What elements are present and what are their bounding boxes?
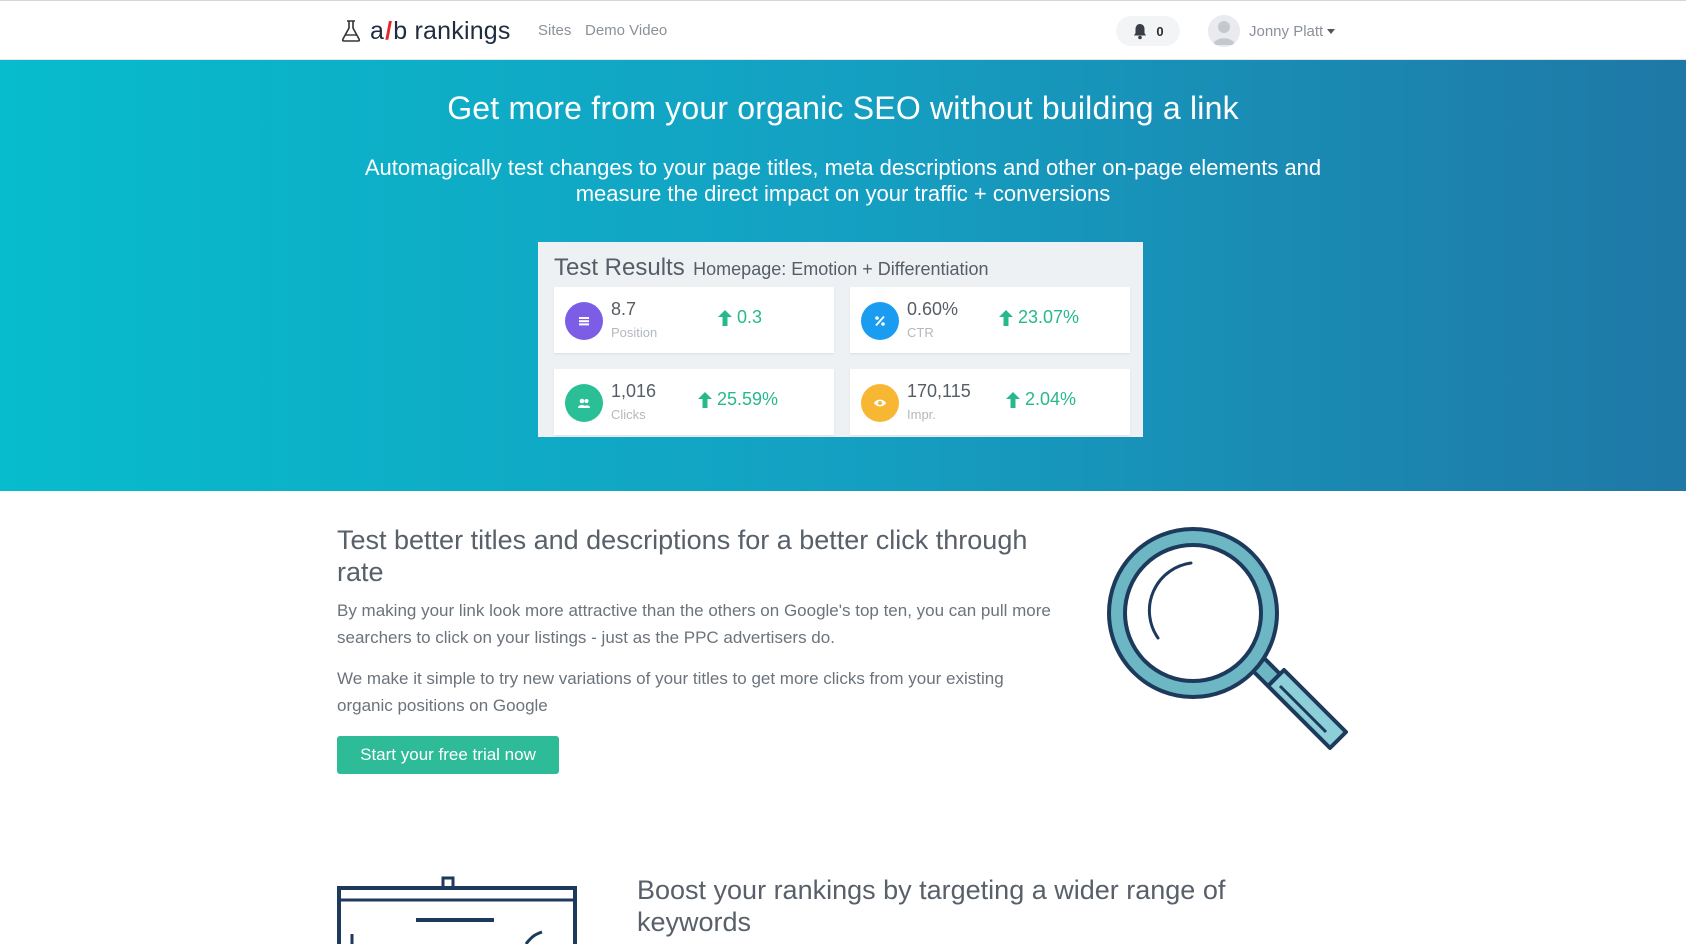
- section-ctr-title: Test better titles and descriptions for …: [337, 525, 1028, 587]
- metric-value: 0.60%: [907, 299, 959, 319]
- notifications-button[interactable]: 0: [1116, 16, 1180, 46]
- brand-suffix: b rankings: [393, 16, 511, 45]
- metric-delta: 23.07%: [998, 307, 1079, 328]
- brand-name: a/b rankings: [370, 17, 511, 46]
- metric-delta: 0.3: [717, 307, 762, 328]
- start-free-trial-button[interactable]: Start your free trial now: [337, 736, 559, 774]
- top-navbar: a/b rankings Sites Demo Video 0 Jonny Pl…: [0, 0, 1686, 60]
- metric-value: 170,115: [907, 381, 971, 401]
- arrow-up-icon: [698, 391, 712, 408]
- chevron-down-icon: [1327, 28, 1336, 34]
- metric-delta: 25.59%: [697, 389, 778, 410]
- users-icon: [578, 398, 590, 408]
- user-name: Jonny Platt: [1249, 22, 1324, 40]
- metric-icon-badge: [861, 384, 899, 422]
- brand-logo[interactable]: a/b rankings: [340, 15, 511, 47]
- metric-label: Position: [611, 325, 658, 340]
- metric-label: Clicks: [611, 407, 646, 422]
- metric-delta-value: 23.07%: [1018, 307, 1080, 327]
- section-keywords-title: Boost your rankings by targeting a wider…: [637, 875, 1226, 937]
- brand-slash: /: [385, 16, 393, 45]
- percent-icon: [875, 315, 885, 327]
- user-avatar-icon: [1208, 15, 1240, 47]
- avatar: [1208, 15, 1240, 47]
- list-icon: [579, 317, 589, 326]
- metric-delta-value: 25.59%: [717, 389, 779, 409]
- arrow-up-icon: [1006, 391, 1020, 408]
- nav-sites-link[interactable]: Sites: [538, 22, 571, 39]
- arrow-up-icon: [999, 309, 1013, 326]
- metric-value: 1,016: [611, 381, 657, 401]
- magnifier-icon: [1107, 527, 1348, 750]
- arrow-up-icon: [718, 309, 732, 326]
- hero-section: Get more from your organic SEO without b…: [0, 60, 1686, 491]
- nav-demo-video-link[interactable]: Demo Video: [585, 22, 667, 39]
- section-ctr-paragraph-2: We make it simple to try new variations …: [337, 669, 1004, 715]
- test-results-header: Test Results Homepage: Emotion + Differe…: [554, 254, 989, 282]
- metric-card-clicks: 1,016 Clicks 25.59%: [554, 369, 834, 435]
- whiteboard-icon: [337, 876, 577, 944]
- metric-icon-badge: [565, 302, 603, 340]
- metric-label: Impr.: [907, 407, 936, 422]
- section-ctr-paragraph-1: By making your link look more attractive…: [337, 601, 1051, 647]
- bell-icon: [1134, 23, 1147, 39]
- metric-delta-value: 0.3: [737, 307, 763, 327]
- user-menu[interactable]: Jonny Platt: [1208, 15, 1336, 47]
- flask-icon: [341, 20, 361, 42]
- hero-title: Get more from your organic SEO without b…: [447, 90, 1239, 126]
- hero-subtitle: Automagically test changes to your page …: [364, 155, 1322, 206]
- test-results-title: Test Results: [554, 254, 685, 281]
- metric-value: 8.7: [611, 299, 637, 319]
- brand-prefix: a: [370, 16, 385, 45]
- magnifier-illustration: [1107, 527, 1348, 750]
- test-results-subtitle: Homepage: Emotion + Differentiation: [693, 259, 989, 279]
- metric-icon-badge: [565, 384, 603, 422]
- metric-card-impressions: 170,115 Impr. 2.04%: [850, 369, 1130, 435]
- metric-card-position: 8.7 Position 0.3: [554, 287, 834, 353]
- metric-icon-badge: [861, 302, 899, 340]
- metric-label: CTR: [907, 325, 934, 340]
- metric-delta-value: 2.04%: [1025, 389, 1077, 409]
- test-results-panel: Test Results Homepage: Emotion + Differe…: [538, 242, 1143, 437]
- whiteboard-illustration: [337, 876, 577, 944]
- metric-card-ctr: 0.60% CTR 23.07%: [850, 287, 1130, 353]
- metric-delta: 2.04%: [1005, 389, 1076, 410]
- notification-count: 0: [1156, 23, 1164, 39]
- eye-icon: [874, 399, 886, 407]
